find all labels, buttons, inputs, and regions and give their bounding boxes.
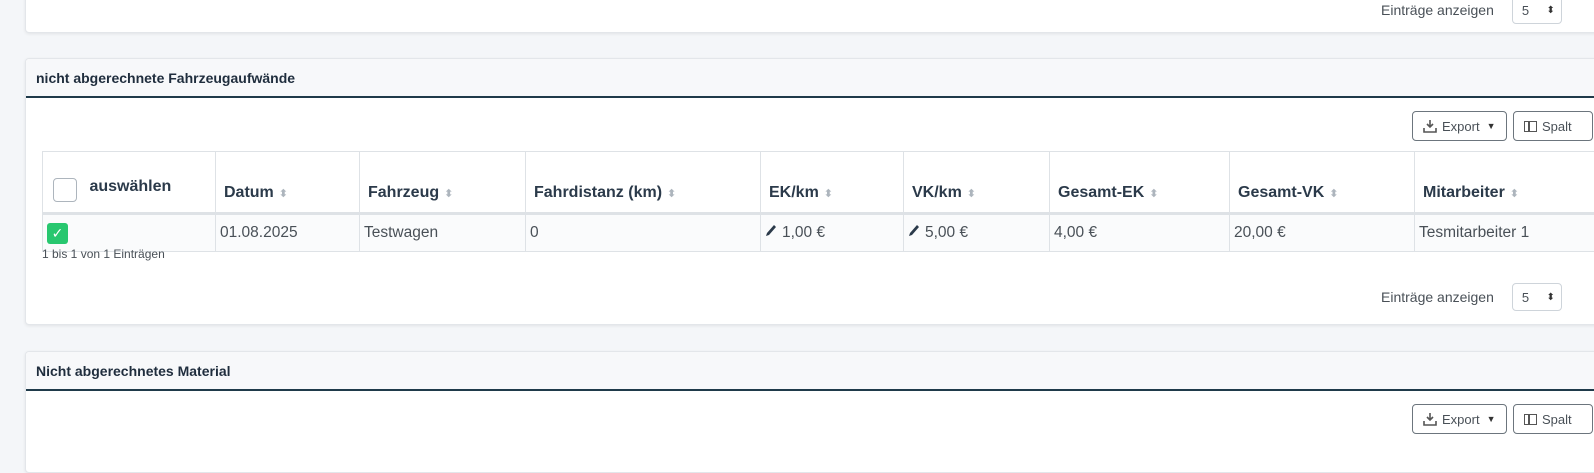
sort-icon: ⬍ bbox=[1329, 188, 1338, 200]
top-card: Einträge anzeigen 5 ⬍ bbox=[25, 0, 1594, 33]
top-length-control: Einträge anzeigen 5 ⬍ bbox=[1381, 0, 1562, 24]
col-mitarbeiter[interactable]: Mitarbeiter⬍ bbox=[1415, 152, 1594, 214]
export-button[interactable]: Export ▼ bbox=[1412, 404, 1507, 434]
top-length-select[interactable]: 5 ⬍ bbox=[1512, 0, 1562, 24]
updown-arrow-icon: ⬍ bbox=[1546, 292, 1554, 303]
cell-gesamt-ek: 4,00 € bbox=[1050, 214, 1230, 252]
table-row[interactable]: ✓ 01.08.2025 Testwagen 0 1,00 € 5,00 € 4… bbox=[43, 214, 1594, 252]
card-title: nicht abgerechnete Fahrzeugaufwände bbox=[26, 59, 1594, 98]
caret-down-icon: ▼ bbox=[1487, 121, 1496, 131]
material-card: Nicht abgerechnetes Material Export ▼ Sp… bbox=[25, 351, 1594, 473]
sort-icon: ⬍ bbox=[279, 188, 288, 200]
row-select-cell[interactable]: ✓ bbox=[43, 214, 216, 252]
columns-icon bbox=[1524, 121, 1537, 132]
col-datum[interactable]: Datum⬍ bbox=[216, 152, 360, 214]
cell-mitarbeiter: Tesmitarbeiter 1 bbox=[1415, 214, 1594, 252]
vehicle-expenses-card: nicht abgerechnete Fahrzeugaufwände Expo… bbox=[25, 58, 1594, 325]
export-button[interactable]: Export ▼ bbox=[1412, 111, 1507, 141]
pencil-icon[interactable] bbox=[765, 224, 777, 238]
vehicle-expenses-table: auswählen Datum⬍ Fahrzeug⬍ Fahrdistanz (… bbox=[42, 151, 1594, 252]
sort-icon: ⬍ bbox=[1510, 188, 1519, 200]
download-icon bbox=[1423, 413, 1437, 426]
columns-icon bbox=[1524, 414, 1537, 425]
table-header-row: auswählen Datum⬍ Fahrzeug⬍ Fahrdistanz (… bbox=[43, 152, 1594, 214]
sort-icon: ⬍ bbox=[444, 188, 453, 200]
length-control: Einträge anzeigen 5 ⬍ bbox=[1381, 283, 1562, 311]
updown-arrow-icon: ⬍ bbox=[1546, 5, 1554, 16]
col-ek-km[interactable]: EK/km⬍ bbox=[761, 152, 904, 214]
col-fahrzeug[interactable]: Fahrzeug⬍ bbox=[360, 152, 526, 214]
card-title: Nicht abgerechnetes Material bbox=[26, 352, 1594, 391]
download-icon bbox=[1423, 120, 1437, 133]
col-gesamt-ek[interactable]: Gesamt-EK⬍ bbox=[1050, 152, 1230, 214]
pencil-icon[interactable] bbox=[908, 224, 920, 238]
top-length-label: Einträge anzeigen bbox=[1381, 2, 1494, 18]
table-info: 1 bis 1 von 1 Einträgen bbox=[42, 247, 165, 261]
columns-button[interactable]: Spalt bbox=[1513, 404, 1593, 434]
cell-datum: 01.08.2025 bbox=[216, 214, 360, 252]
sort-icon: ⬍ bbox=[1149, 188, 1158, 200]
col-fahrdistanz[interactable]: Fahrdistanz (km)⬍ bbox=[526, 152, 761, 214]
cell-fahrzeug: Testwagen bbox=[360, 214, 526, 252]
cell-ek-km[interactable]: 1,00 € bbox=[761, 214, 904, 252]
cell-gesamt-vk: 20,00 € bbox=[1230, 214, 1415, 252]
length-label: Einträge anzeigen bbox=[1381, 289, 1494, 305]
length-select[interactable]: 5 ⬍ bbox=[1512, 283, 1562, 311]
sort-icon: ⬍ bbox=[824, 188, 833, 200]
sort-icon: ⬍ bbox=[967, 188, 976, 200]
select-all-header[interactable]: auswählen bbox=[43, 152, 216, 214]
columns-button[interactable]: Spalt bbox=[1513, 111, 1593, 141]
col-gesamt-vk[interactable]: Gesamt-VK⬍ bbox=[1230, 152, 1415, 214]
cell-vk-km[interactable]: 5,00 € bbox=[904, 214, 1050, 252]
row-checkbox-checked[interactable]: ✓ bbox=[47, 223, 68, 244]
col-vk-km[interactable]: VK/km⬍ bbox=[904, 152, 1050, 214]
sort-icon: ⬍ bbox=[667, 188, 676, 200]
cell-fahrdistanz: 0 bbox=[526, 214, 761, 252]
caret-down-icon: ▼ bbox=[1487, 414, 1496, 424]
select-all-checkbox[interactable] bbox=[53, 178, 77, 202]
